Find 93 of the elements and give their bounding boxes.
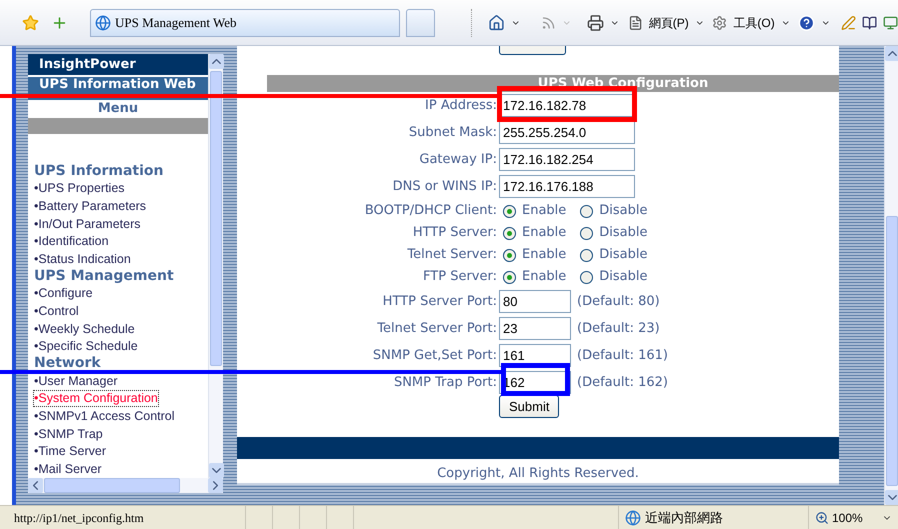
cropped-button[interactable] bbox=[499, 46, 566, 55]
radio-label[interactable]: Disable bbox=[599, 245, 648, 265]
field-label: IP Address: bbox=[424, 96, 498, 115]
favorites-star-icon[interactable] bbox=[22, 14, 40, 32]
radio-label[interactable]: Disable bbox=[599, 223, 648, 243]
horizontal-scrollbar[interactable] bbox=[28, 478, 223, 493]
menu-link[interactable]: •System Configuration bbox=[34, 391, 158, 406]
computer-icon[interactable] bbox=[882, 14, 898, 30]
field-label: HTTP Server: bbox=[412, 224, 498, 242]
menu-group-title: UPS Information bbox=[34, 163, 164, 180]
status-url: http://ip1/net_ipconfig.htm bbox=[13, 510, 145, 526]
menu-link[interactable]: •Mail Server bbox=[34, 462, 102, 477]
field-label: Subnet Mask: bbox=[408, 124, 498, 142]
radio-label[interactable]: Enable bbox=[522, 245, 566, 265]
field-label: Telnet Server: bbox=[406, 246, 498, 264]
scroll-thumb[interactable] bbox=[44, 478, 180, 493]
field-label: BOOTP/DHCP Client: bbox=[364, 202, 498, 220]
scroll-down-icon[interactable] bbox=[885, 490, 898, 505]
input-field[interactable]: 255.255.254.0 bbox=[499, 121, 635, 144]
menu-link[interactable]: •Status Indication bbox=[34, 252, 131, 267]
menu-group-title: Network bbox=[34, 355, 102, 372]
field-label: DNS or WINS IP: bbox=[392, 178, 498, 196]
vertical-scrollbar[interactable] bbox=[884, 46, 898, 505]
input-field[interactable]: 172.16.182.78 bbox=[499, 94, 635, 117]
menu-title: Menu bbox=[96, 100, 140, 118]
radio-label[interactable]: Enable bbox=[522, 201, 566, 221]
home-icon[interactable] bbox=[488, 14, 506, 32]
menu-link[interactable]: •Battery Parameters bbox=[34, 199, 146, 214]
scroll-down-icon[interactable] bbox=[209, 463, 224, 478]
menu-link[interactable]: •Control bbox=[34, 304, 79, 319]
scroll-left-icon[interactable] bbox=[28, 478, 43, 493]
toolbar-menu[interactable]: 工具(O) bbox=[733, 14, 775, 32]
scroll-right-icon[interactable] bbox=[208, 478, 223, 493]
radio-button[interactable] bbox=[580, 226, 594, 240]
feed-icon[interactable] bbox=[540, 14, 556, 30]
menu-link[interactable]: •SNMP Trap bbox=[34, 426, 103, 442]
radio-button[interactable] bbox=[503, 270, 516, 284]
menu-group-title: UPS Management bbox=[34, 268, 175, 286]
menu-link[interactable]: •Specific Schedule bbox=[34, 339, 138, 354]
menu-link[interactable]: •Identification bbox=[34, 234, 109, 250]
help-icon[interactable] bbox=[798, 14, 816, 32]
scroll-thumb[interactable] bbox=[886, 216, 898, 486]
printer-icon[interactable] bbox=[587, 14, 604, 32]
field-label: Gateway IP: bbox=[418, 150, 498, 169]
menu-link[interactable]: •UPS Properties bbox=[34, 181, 125, 196]
scroll-up-icon[interactable] bbox=[885, 46, 898, 61]
default-hint: (Default: 23) bbox=[577, 320, 660, 338]
menu-link[interactable]: •SNMPv1 Access Control bbox=[34, 408, 175, 424]
subtitle: UPS Information Web bbox=[39, 77, 196, 92]
book-icon[interactable] bbox=[862, 14, 877, 30]
submit-button[interactable]: Submit bbox=[499, 395, 560, 418]
radio-button[interactable] bbox=[503, 204, 516, 218]
menu-link[interactable]: •In/Out Parameters bbox=[34, 216, 141, 232]
globe-icon bbox=[95, 14, 112, 30]
input-field[interactable]: 23 bbox=[499, 317, 571, 340]
radio-label[interactable]: Disable bbox=[599, 267, 648, 287]
radio-button[interactable] bbox=[580, 270, 594, 284]
pen-icon[interactable] bbox=[840, 14, 856, 30]
copyright-text: Copyright, All Rights Reserved. bbox=[436, 464, 640, 482]
radio-button[interactable] bbox=[580, 204, 594, 218]
field-label: FTP Server: bbox=[422, 268, 498, 286]
browser-tab[interactable]: UPS Management Web bbox=[90, 8, 400, 36]
zoom-icon[interactable] bbox=[815, 510, 829, 524]
radio-button[interactable] bbox=[580, 248, 594, 262]
security-zone: 近端內部網路 bbox=[645, 508, 723, 527]
menu-link[interactable]: •Time Server bbox=[34, 444, 106, 460]
input-field[interactable]: 172.16.176.188 bbox=[499, 175, 635, 198]
network-globe-icon bbox=[625, 510, 641, 526]
menu-link[interactable]: •Configure bbox=[34, 286, 93, 302]
scroll-up-icon[interactable] bbox=[209, 54, 224, 69]
toolbar-menu[interactable]: 網頁(P) bbox=[648, 14, 689, 32]
zoom-level[interactable]: 100% bbox=[832, 508, 863, 526]
field-label: SNMP Trap Port: bbox=[392, 374, 498, 392]
radio-label[interactable]: Enable bbox=[522, 223, 566, 243]
gear-icon bbox=[712, 14, 728, 30]
default-hint: (Default: 162) bbox=[577, 374, 668, 392]
menu-link[interactable]: •Weekly Schedule bbox=[34, 322, 135, 337]
input-field[interactable]: 80 bbox=[499, 290, 571, 313]
default-hint: (Default: 161) bbox=[577, 346, 668, 365]
radio-button[interactable] bbox=[503, 226, 516, 240]
field-label: Telnet Server Port: bbox=[376, 320, 498, 338]
radio-button[interactable] bbox=[503, 248, 516, 262]
input-field[interactable]: 172.16.182.254 bbox=[499, 148, 635, 171]
menu-link[interactable]: •User Manager bbox=[34, 374, 118, 389]
field-label: SNMP Get,Set Port: bbox=[372, 346, 498, 365]
brand-name: InsightPower bbox=[39, 56, 136, 74]
page-icon bbox=[628, 14, 643, 30]
radio-label[interactable]: Disable bbox=[599, 201, 648, 221]
default-hint: (Default: 80) bbox=[577, 292, 660, 311]
radio-label[interactable]: Enable bbox=[522, 267, 566, 287]
field-label: HTTP Server Port: bbox=[382, 292, 498, 311]
scroll-thumb[interactable] bbox=[210, 71, 222, 366]
vertical-scrollbar[interactable] bbox=[208, 54, 223, 478]
